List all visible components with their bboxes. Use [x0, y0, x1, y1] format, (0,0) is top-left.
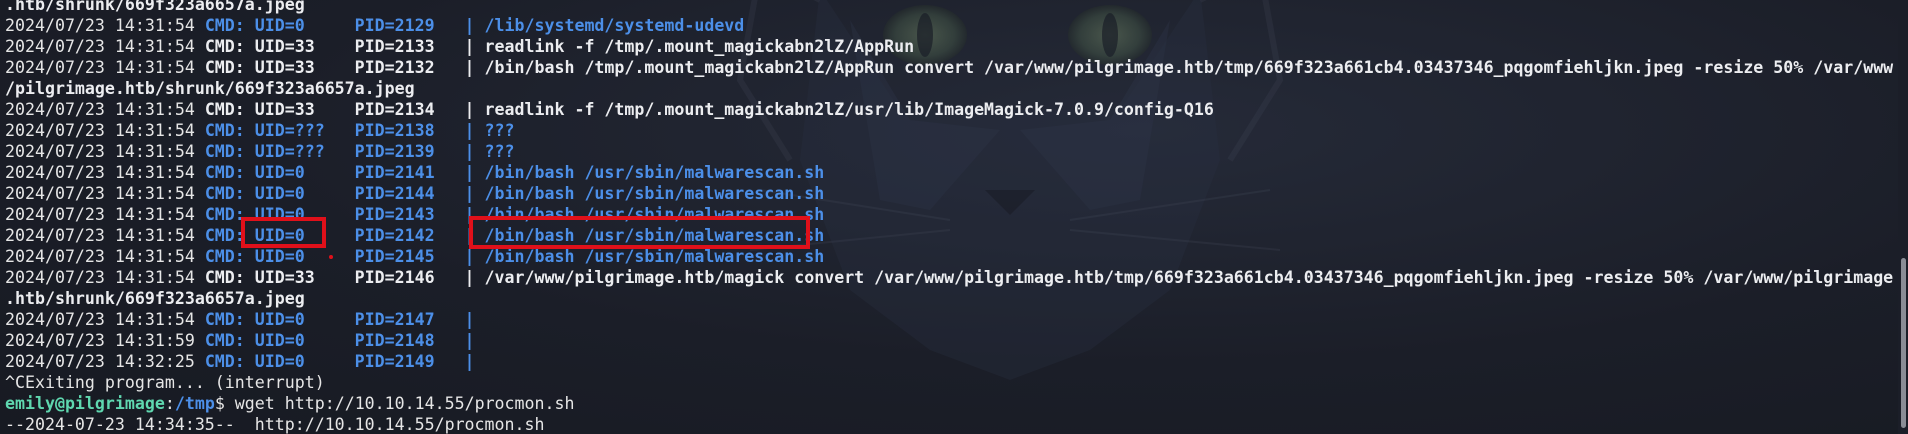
terminal-text-segment: CMD: UID=0 PID=2147 |: [204, 310, 475, 329]
terminal-text-segment: :: [164, 394, 175, 413]
terminal-text-segment: 2024/07/23 14:31:54: [5, 37, 205, 56]
terminal-line: .htb/shrunk/669f323a6657a.jpeg: [5, 288, 1893, 309]
terminal-line: 2024/07/23 14:31:54 CMD: UID=0 PID=2129 …: [5, 15, 1893, 36]
terminal-text-segment: CMD: UID=0 PID=2129 | /lib/systemd/syste…: [204, 16, 745, 35]
terminal-text-segment: 2024/07/23 14:31:54: [5, 226, 205, 245]
terminal-line: 2024/07/23 14:31:54 CMD: UID=0 PID=2145 …: [5, 246, 1893, 267]
terminal-text-segment: CMD: UID=0 PID=2149 |: [204, 352, 475, 371]
terminal-text-segment: CMD: UID=0 PID=2148 |: [204, 331, 475, 350]
terminal-window[interactable]: .htb/shrunk/669f323a6657a.jpeg 2024/07/23…: [0, 0, 1908, 434]
terminal-text-segment: CMD: UID=??? PID=2138 | ???: [204, 121, 515, 140]
terminal-text-segment: CMD: UID=33 PID=2146 | /var/www/pilgrima…: [204, 268, 1894, 287]
terminal-line: 2024/07/23 14:31:54 CMD: UID=33 PID=2146…: [5, 267, 1893, 288]
terminal-line: 2024/07/23 14:32:25 CMD: UID=0 PID=2149 …: [5, 351, 1893, 372]
terminal-text-segment: --2024-07-23 14:34:35-- http://10.10.14.…: [5, 415, 545, 434]
terminal-text-segment: CMD: UID=0 PID=2141 | /bin/bash /usr/sbi…: [204, 163, 825, 182]
uid-highlight-box: [241, 217, 326, 248]
terminal-text-segment: CMD: UID=0 PID=2145 | /bin/bash /usr/sbi…: [204, 247, 825, 266]
terminal-line: 2024/07/23 14:31:54 CMD: UID=0 PID=2147 …: [5, 309, 1893, 330]
terminal-line: 2024/07/23 14:31:54 CMD: UID=33 PID=2134…: [5, 99, 1893, 120]
terminal-line: .htb/shrunk/669f323a6657a.jpeg: [5, 0, 1893, 15]
terminal-text-segment: CMD: UID=33 PID=2134 | readlink -f /tmp/…: [204, 100, 1214, 119]
terminal-line: 2024/07/23 14:31:54 CMD: UID=33 PID=2133…: [5, 36, 1893, 57]
terminal-text-segment: CMD: UID=??? PID=2139 | ???: [204, 142, 515, 161]
terminal-text-segment: 2024/07/23 14:31:54: [5, 121, 205, 140]
terminal-line: 2024/07/23 14:31:54 CMD: UID=33 PID=2132…: [5, 57, 1893, 78]
terminal-text-segment: 2024/07/23 14:31:59: [5, 331, 205, 350]
terminal-text-segment: CMD: UID=0 PID=2144 | /bin/bash /usr/sbi…: [204, 184, 825, 203]
terminal-text-segment: $ wget http://10.10.14.55/procmon.sh: [214, 394, 575, 413]
terminal-line: --2024-07-23 14:34:35-- http://10.10.14.…: [5, 414, 1893, 434]
scrollbar-thumb[interactable]: [1901, 258, 1906, 428]
terminal-text-segment: 2024/07/23 14:31:54: [5, 205, 205, 224]
terminal-text-segment: 2024/07/23 14:31:54: [5, 184, 205, 203]
command-highlight-box: [469, 216, 810, 249]
terminal-text-segment: 2024/07/23 14:31:54: [5, 100, 205, 119]
terminal-text-segment: 2024/07/23 14:31:54: [5, 163, 205, 182]
terminal-line: ^CExiting program... (interrupt): [5, 372, 1893, 393]
terminal-text-segment: /tmp: [174, 394, 215, 413]
terminal-text-segment: 2024/07/23 14:31:54: [5, 247, 205, 266]
terminal-text-segment: .htb/shrunk/669f323a6657a.jpeg: [5, 0, 305, 14]
terminal-text-segment: CMD: UID=33 PID=2133 | readlink -f /tmp/…: [204, 37, 915, 56]
terminal-text-segment: ^CExiting program... (interrupt): [5, 373, 325, 392]
terminal-text-segment: 2024/07/23 14:31:54: [5, 16, 205, 35]
terminal-line: 2024/07/23 14:31:54 CMD: UID=??? PID=213…: [5, 141, 1893, 162]
terminal-text-segment: .htb/shrunk/669f323a6657a.jpeg: [5, 289, 305, 308]
terminal-line: 2024/07/23 14:31:54 CMD: UID=0 PID=2144 …: [5, 183, 1893, 204]
terminal-line: 2024/07/23 14:31:59 CMD: UID=0 PID=2148 …: [5, 330, 1893, 351]
terminal-text-segment: 2024/07/23 14:31:54: [5, 268, 205, 287]
terminal-text-segment: 2024/07/23 14:31:54: [5, 142, 205, 161]
terminal-text-segment: emily@pilgrimage: [5, 394, 165, 413]
terminal-text-segment: /pilgrimage.htb/shrunk/669f323a6657a.jpe…: [5, 79, 415, 98]
annotation-dot: [329, 255, 333, 259]
terminal-line: /pilgrimage.htb/shrunk/669f323a6657a.jpe…: [5, 78, 1893, 99]
terminal-line: 2024/07/23 14:31:54 CMD: UID=??? PID=213…: [5, 120, 1893, 141]
terminal-text-segment: 2024/07/23 14:32:25: [5, 352, 205, 371]
terminal-text-segment: 2024/07/23 14:31:54: [5, 58, 205, 77]
terminal-text-segment: 2024/07/23 14:31:54: [5, 310, 205, 329]
terminal-line: emily@pilgrimage:/tmp$ wget http://10.10…: [5, 393, 1893, 414]
terminal-line: 2024/07/23 14:31:54 CMD: UID=0 PID=2141 …: [5, 162, 1893, 183]
scrollbar[interactable]: [1898, 0, 1908, 434]
terminal-text-segment: CMD: UID=33 PID=2132 | /bin/bash /tmp/.m…: [204, 58, 1894, 77]
